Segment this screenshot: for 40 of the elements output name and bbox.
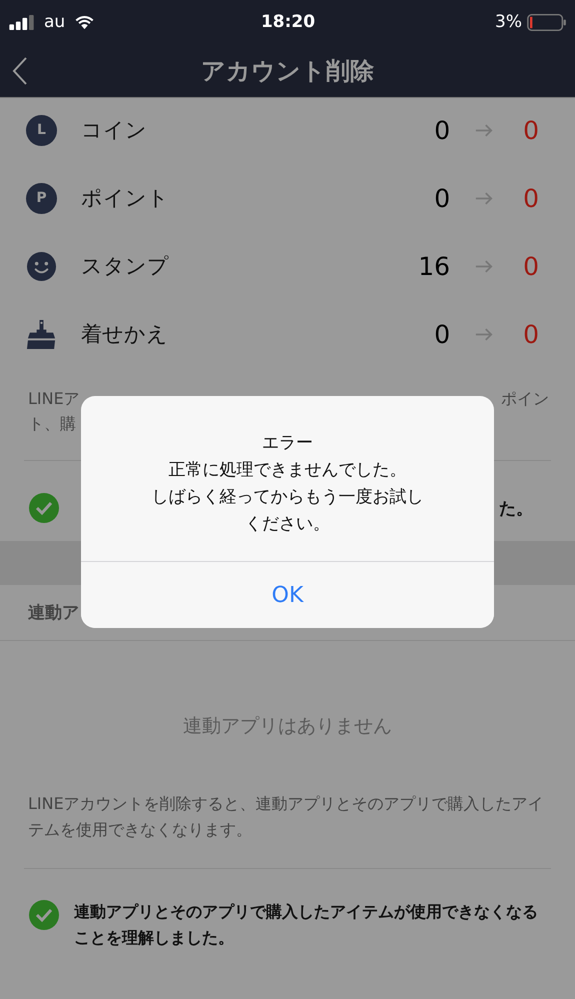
item-label: スタンプ: [81, 253, 170, 280]
letter-icon: L: [26, 114, 57, 146]
confirm-text: た。: [499, 498, 533, 520]
current-count: 16: [418, 252, 450, 280]
carrier-name: au: [44, 12, 66, 32]
arrow-icon: [475, 122, 494, 138]
letter-icon: P: [26, 182, 57, 214]
dialog-message: 正常に処理できませんでした。: [168, 458, 406, 482]
wifi-icon: [74, 14, 96, 30]
screen-title: アカウント削除: [201, 56, 374, 86]
current-count: 0: [434, 184, 450, 212]
dialog-message: しばらく経ってからもう一度お試し: [152, 486, 424, 508]
after-count: 0: [523, 252, 539, 280]
item-label: 着せかえ: [81, 321, 169, 348]
confirm-text: 連動アプリとそのアプリで購入したアイテムが使用できなくなることを理解しました。: [74, 901, 539, 949]
dialog-title: エラー: [262, 432, 313, 454]
back-icon: [12, 56, 28, 86]
item-label: ポイント: [81, 185, 170, 212]
signal-icon: [9, 14, 35, 30]
notice-text: ポイン: [501, 389, 549, 410]
notice-text: LINEア: [28, 389, 80, 410]
dialog-message: ください。: [245, 512, 330, 536]
section-header: 連動ア: [28, 602, 79, 624]
after-count: 0: [523, 320, 539, 348]
notice-text: LINEアカウントを削除すると、連動アプリとそのアプリで購入したアイテムを使用できなくなります。: [28, 793, 545, 841]
empty-message: 連動アプリはありません: [183, 714, 392, 739]
after-count: 0: [523, 116, 539, 144]
current-count: 0: [434, 116, 450, 144]
battery-percent: 3%: [495, 12, 522, 32]
item-label: コイン: [81, 117, 148, 144]
brush-icon: [26, 318, 57, 350]
after-count: 0: [523, 184, 539, 212]
current-count: 0: [434, 320, 450, 348]
arrow-icon: [475, 190, 494, 206]
arrow-icon: [475, 258, 494, 274]
battery-icon: [527, 14, 567, 30]
status-time: 18:20: [260, 12, 316, 32]
notice-text: ト、購: [28, 414, 77, 435]
smiley-icon: [26, 250, 57, 282]
arrow-icon: [475, 326, 494, 342]
